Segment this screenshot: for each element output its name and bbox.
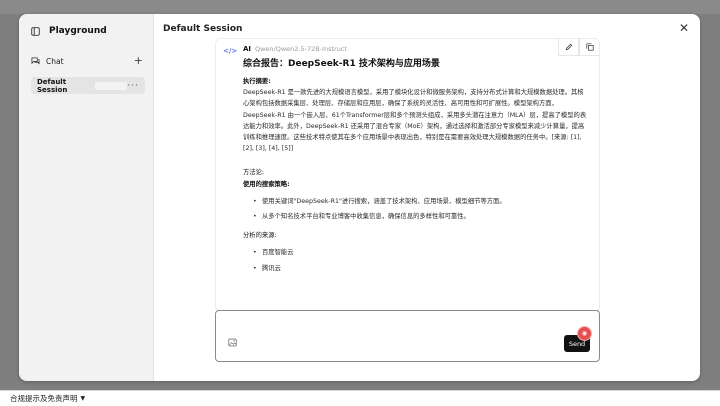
disclaimer-link[interactable]: 合规提示及免责声明 ▼ <box>10 393 85 404</box>
summary-title: 执行摘要: <box>243 78 271 85</box>
copy-icon <box>585 42 594 51</box>
close-icon[interactable]: ✕ <box>679 21 689 35</box>
image-upload-icon[interactable] <box>228 338 237 350</box>
more-options-icon[interactable]: ··· <box>127 81 139 91</box>
session-progress-bar <box>94 81 128 90</box>
message-actions <box>558 39 599 56</box>
new-chat-plus-icon[interactable]: + <box>134 55 143 66</box>
sources-title: 分析的来源: <box>243 232 277 240</box>
strategy-title: 使用的搜索策略: <box>243 180 290 188</box>
assistant-badge-icon[interactable]: ◉ <box>577 326 592 341</box>
page-backdrop <box>0 0 720 14</box>
model-name: Qwen/Qwen2.5-72B-Instruct <box>255 45 347 53</box>
copy-button[interactable] <box>579 39 599 56</box>
edit-button[interactable] <box>558 39 579 56</box>
app-title: Playground <box>49 26 107 36</box>
chat-icon <box>31 57 40 65</box>
page-title: Default Session <box>163 24 243 34</box>
ai-message-card: </> AI Qwen/Qwen2.5-72B-Instruct 综合报告：De… <box>215 38 600 312</box>
list-item: 腾讯云 <box>253 263 588 274</box>
list-item: 从多个知名技术平台和专业博客中收集信息，确保信息的多样性和可靠性。 <box>253 211 588 222</box>
brand: Playground <box>31 26 107 36</box>
message-content: 综合报告：DeepSeek-R1 技术架构与应用场景 执行摘要: DeepSee… <box>243 59 588 282</box>
edit-icon <box>565 43 572 50</box>
sidebar-session-item[interactable]: Default Session ··· <box>31 77 145 94</box>
ai-code-icon: </> <box>223 47 238 55</box>
report-heading: 综合报告：DeepSeek-R1 技术架构与应用场景 <box>243 59 440 69</box>
sidebar: Playground Chat + Default Session ··· <box>19 14 154 381</box>
sources-list: 百度智能云 腾讯云 <box>243 247 588 274</box>
summary-body: DeepSeek-R1 是一款先进的大规模语言模型，采用了模块化设计和微服务架构… <box>243 89 587 153</box>
footer-bar <box>0 390 720 406</box>
session-label: Default Session <box>37 77 68 94</box>
sidebar-item-label: Chat <box>46 56 64 66</box>
message-composer[interactable]: Send <box>215 310 600 362</box>
list-item: 百度智能云 <box>253 247 588 258</box>
image-icon <box>228 338 237 347</box>
sender-label: AI <box>243 45 252 53</box>
sidebar-toggle-icon[interactable] <box>31 26 40 36</box>
strategy-list: 使用关键词"DeepSeek-R1"进行搜索，涵盖了技术架构、应用场景、模型细节… <box>243 196 588 223</box>
sidebar-item-chat[interactable]: Chat + <box>31 55 143 66</box>
list-item: 使用关键词"DeepSeek-R1"进行搜索，涵盖了技术架构、应用场景、模型细节… <box>253 196 588 207</box>
disclaimer-label: 合规提示及免责声明 <box>10 394 78 403</box>
methods-title: 方法论: <box>243 169 265 177</box>
caret-down-icon: ▼ <box>80 395 86 402</box>
